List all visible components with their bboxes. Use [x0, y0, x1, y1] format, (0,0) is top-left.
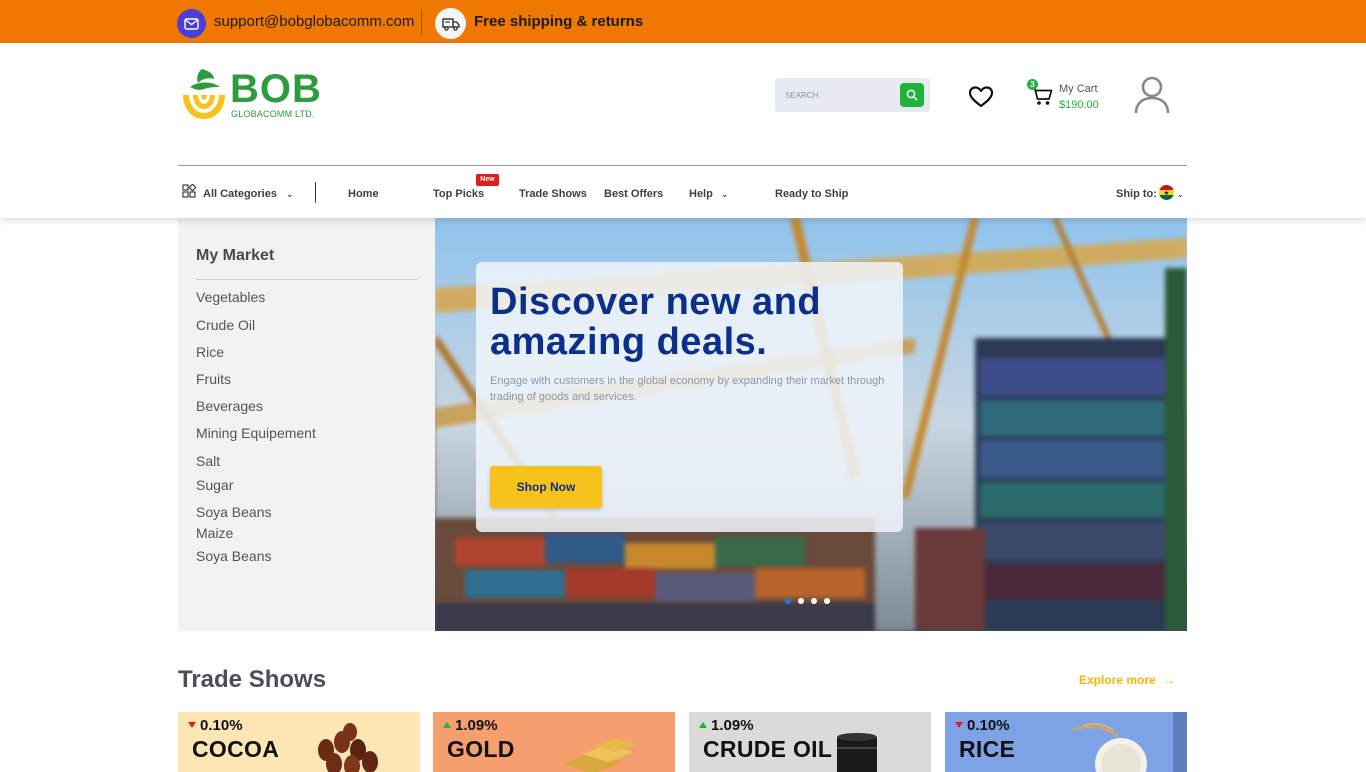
arrow-down-icon [188, 722, 196, 728]
main-nav: All Categories ⌄ Home Top Picks New Trad… [0, 166, 1366, 218]
nav-separator [315, 182, 316, 203]
nav-all-categories[interactable]: All Categories ⌄ [203, 188, 294, 200]
arrow-up-icon [699, 722, 707, 728]
account-button[interactable] [1133, 75, 1171, 115]
sidebar-item-salt[interactable]: Salt [196, 453, 220, 469]
arrow-down-icon [955, 722, 963, 728]
nav-best-offers[interactable]: Best Offers [604, 188, 663, 200]
sidebar-divider [196, 279, 418, 280]
oil-barrel-image [837, 733, 877, 772]
hero-subtitle: Engage with customers in the global econ… [490, 375, 885, 403]
card-name: CRUDE OIL [703, 736, 833, 762]
truck-icon [435, 8, 466, 39]
ship-to-label[interactable]: Ship to: [1116, 188, 1157, 200]
nav-ready-to-ship[interactable]: Ready to Ship [775, 188, 848, 200]
search-icon [906, 89, 918, 101]
sidebar-item-rice[interactable]: Rice [196, 344, 224, 360]
explore-more-label: Explore more [1079, 673, 1156, 687]
logo-mark-icon [183, 69, 225, 119]
hero-card: Discover new and amazing deals. Engage w… [476, 262, 903, 532]
topbar-divider [421, 9, 422, 36]
card-scroll-edge [1173, 712, 1187, 772]
site-header: BOB GLOBACOMM LTD. 3 My Cart $190.00 All… [0, 43, 1366, 218]
nav-help[interactable]: Help ⌄ [689, 188, 728, 200]
top-bar: support@bobglobacomm.com Free shipping &… [0, 0, 1366, 43]
chevron-down-icon[interactable]: ⌄ [1177, 190, 1184, 199]
explore-more-link[interactable]: Explore more → [1079, 673, 1175, 687]
chevron-down-icon: ⌄ [720, 189, 729, 199]
cart-label: My Cart [1059, 83, 1098, 95]
carousel-dot-1[interactable] [785, 598, 791, 604]
sidebar-item-vegetables[interactable]: Vegetables [196, 289, 265, 305]
trade-card-gold[interactable]: 1.09% GOLD [433, 712, 675, 772]
heart-icon [968, 86, 994, 108]
ghana-flag-icon[interactable] [1159, 185, 1174, 200]
card-change: 1.09% [455, 717, 498, 734]
section-title-trade-shows: Trade Shows [178, 666, 327, 693]
cocoa-beans-image [318, 723, 378, 772]
chevron-down-icon: ⌄ [286, 189, 294, 199]
brand-logo[interactable]: BOB GLOBACOMM LTD. [180, 65, 340, 125]
sidebar-item-fruits[interactable]: Fruits [196, 371, 231, 387]
card-name: RICE [959, 736, 1016, 762]
carousel-dots [785, 598, 830, 604]
market-sidebar: My Market Vegetables Crude Oil Rice Frui… [178, 218, 435, 631]
sidebar-item-sugar[interactable]: Sugar [196, 477, 233, 493]
sidebar-item-soya-beans[interactable]: Soya Beans [196, 504, 272, 520]
search-box [775, 78, 930, 112]
card-name: GOLD [447, 736, 515, 762]
arrow-up-icon [443, 722, 451, 728]
sidebar-item-maize[interactable]: Maize [196, 525, 233, 541]
mail-icon [177, 9, 206, 38]
card-change: 0.10% [967, 717, 1010, 734]
nav-help-label: Help [689, 188, 713, 200]
hero-title: Discover new and amazing deals. [490, 281, 822, 363]
categories-icon [182, 184, 196, 198]
sidebar-title: My Market [196, 247, 275, 264]
support-email-link[interactable]: support@bobglobacomm.com [214, 13, 414, 30]
search-input[interactable] [775, 78, 897, 112]
search-button[interactable] [900, 83, 924, 107]
nav-trade-shows[interactable]: Trade Shows [519, 188, 587, 200]
sidebar-item-soya-beans-2[interactable]: Soya Beans [196, 548, 272, 564]
cart-total: $190.00 [1059, 99, 1099, 111]
user-icon [1134, 76, 1170, 114]
shop-now-button[interactable]: Shop Now [490, 466, 602, 508]
logo-wordmark: BOB [230, 67, 322, 111]
carousel-dot-3[interactable] [811, 598, 817, 604]
nav-all-categories-label: All Categories [203, 188, 277, 200]
free-shipping-text: Free shipping & returns [474, 13, 644, 30]
card-change: 0.10% [200, 717, 243, 734]
carousel-dot-2[interactable] [798, 598, 804, 604]
sidebar-item-mining-equipement[interactable]: Mining Equipement [196, 425, 316, 441]
hero-banner: Discover new and amazing deals. Engage w… [435, 218, 1187, 631]
new-badge: New [476, 174, 499, 186]
gold-bars-image [563, 738, 637, 772]
card-change: 1.09% [711, 717, 754, 734]
wishlist-button[interactable] [968, 85, 994, 109]
trade-card-rice[interactable]: 0.10% RICE [945, 712, 1187, 772]
sidebar-item-crude-oil[interactable]: Crude Oil [196, 317, 255, 333]
nav-home[interactable]: Home [348, 188, 379, 200]
cart-count-badge: 3 [1027, 79, 1038, 90]
rice-bowl-image [1072, 722, 1147, 772]
nav-top-picks[interactable]: Top Picks [433, 188, 484, 200]
cart-button[interactable]: 3 My Cart $190.00 [1027, 79, 1110, 119]
logo-subtitle: GLOBACOMM LTD. [231, 109, 315, 119]
arrow-right-icon: → [1163, 673, 1176, 687]
sidebar-item-beverages[interactable]: Beverages [196, 398, 263, 414]
card-name: COCOA [192, 736, 280, 762]
trade-card-cocoa[interactable]: 0.10% COCOA [178, 712, 420, 772]
carousel-dot-4[interactable] [824, 598, 830, 604]
trade-card-crude-oil[interactable]: 1.09% CRUDE OIL [689, 712, 931, 772]
